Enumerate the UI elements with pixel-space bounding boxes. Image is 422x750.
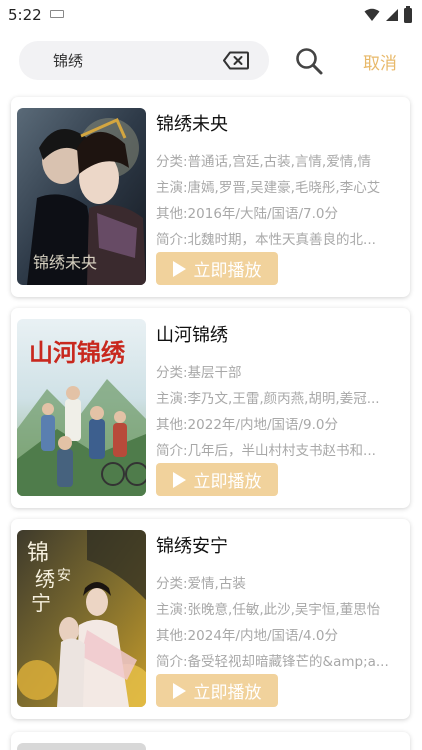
signal-icon (386, 9, 398, 21)
play-icon (172, 682, 186, 699)
result-intro: 简介:备受轻视却暗藏锋芒的&amp;a... (156, 654, 389, 670)
play-now-button[interactable]: 立即播放 (156, 463, 278, 496)
result-other: 其他:2022年/内地/国语/9.0分 (156, 417, 339, 433)
svg-text:绣: 绣 (35, 567, 55, 591)
status-icons (364, 5, 412, 23)
play-now-label: 立即播放 (193, 472, 262, 492)
play-now-button[interactable]: 立即播放 (156, 252, 278, 285)
result-category: 分类:普通话,宫廷,古装,言情,爱情,情 (156, 154, 372, 170)
result-category: 分类:爱情,古装 (156, 576, 246, 592)
search-input[interactable]: 锦绣 (19, 41, 269, 80)
result-info: 山河锦绣 分类:基层干部 主演:李乃文,王雷,颜丙燕,胡明,姜冠... 其他:2… (156, 322, 408, 463)
result-title: 锦绣安宁 (156, 536, 228, 557)
result-other: 其他:2016年/大陆/国语/7.0分 (156, 206, 339, 222)
svg-text:锦绣未央: 锦绣未央 (33, 253, 97, 272)
status-bar: 5:22 (0, 0, 422, 30)
result-title: 山河锦绣 (156, 325, 228, 346)
svg-text:宁: 宁 (31, 591, 51, 615)
wifi-icon (364, 8, 380, 21)
result-info: 锦绣安宁 分类:爱情,古装 主演:张晚意,任敏,此沙,吴宇恒,董思怡 其他:20… (156, 533, 408, 674)
search-icon[interactable] (294, 46, 324, 76)
result-card[interactable]: 山河锦绣 山河锦绣 分类:基层干部 主演:李乃文,王雷,颜丙燕,胡明,姜冠...… (11, 308, 410, 508)
play-now-button[interactable]: 立即播放 (156, 674, 278, 707)
result-info: 锦绣未央 分类:普通话,宫廷,古装,言情,爱情,情 主演:唐嫣,罗晋,吴建豪,毛… (156, 111, 408, 252)
result-card[interactable]: 锦 绣 安 宁 锦绣安宁 分类:爱情,古装 主演:张晚意,任敏,此沙,吴宇恒,董… (11, 519, 410, 719)
search-row: 锦绣 取消 (0, 38, 422, 84)
keyboard-icon (49, 10, 64, 18)
result-title: 锦绣未央 (156, 114, 228, 135)
play-icon (172, 260, 186, 277)
poster-image (17, 743, 146, 750)
svg-text:安: 安 (57, 568, 71, 584)
svg-text:锦: 锦 (27, 541, 49, 566)
result-intro: 简介:几年后，半山村村支书赵书和... (156, 443, 376, 459)
clear-input-icon[interactable] (223, 51, 249, 70)
result-intro: 简介:北魏时期，本性天真善良的北... (156, 232, 376, 248)
result-cast: 主演:张晚意,任敏,此沙,吴宇恒,董思怡 (156, 602, 381, 618)
result-cast: 主演:唐嫣,罗晋,吴建豪,毛晓彤,李心艾 (156, 180, 381, 196)
play-icon (172, 471, 186, 488)
svg-text:山河锦绣: 山河锦绣 (29, 338, 126, 367)
result-category: 分类:基层干部 (156, 365, 242, 381)
status-time: 5:22 (8, 6, 42, 24)
poster-image: 锦 绣 安 宁 (17, 530, 146, 707)
play-now-label: 立即播放 (193, 261, 262, 281)
poster-image: 山河锦绣 (17, 319, 146, 496)
search-query: 锦绣 (53, 52, 84, 70)
result-cast: 主演:李乃文,王雷,颜丙燕,胡明,姜冠... (156, 391, 380, 407)
result-other: 其他:2024年/内地/国语/4.0分 (156, 628, 339, 644)
cancel-button[interactable]: 取消 (363, 49, 397, 74)
battery-icon (404, 5, 412, 23)
result-card[interactable]: 锦绣未央 锦绣未央 分类:普通话,宫廷,古装,言情,爱情,情 主演:唐嫣,罗晋,… (11, 97, 410, 297)
result-card-partial[interactable] (11, 732, 410, 750)
play-now-label: 立即播放 (193, 683, 262, 703)
poster-image: 锦绣未央 (17, 108, 146, 285)
